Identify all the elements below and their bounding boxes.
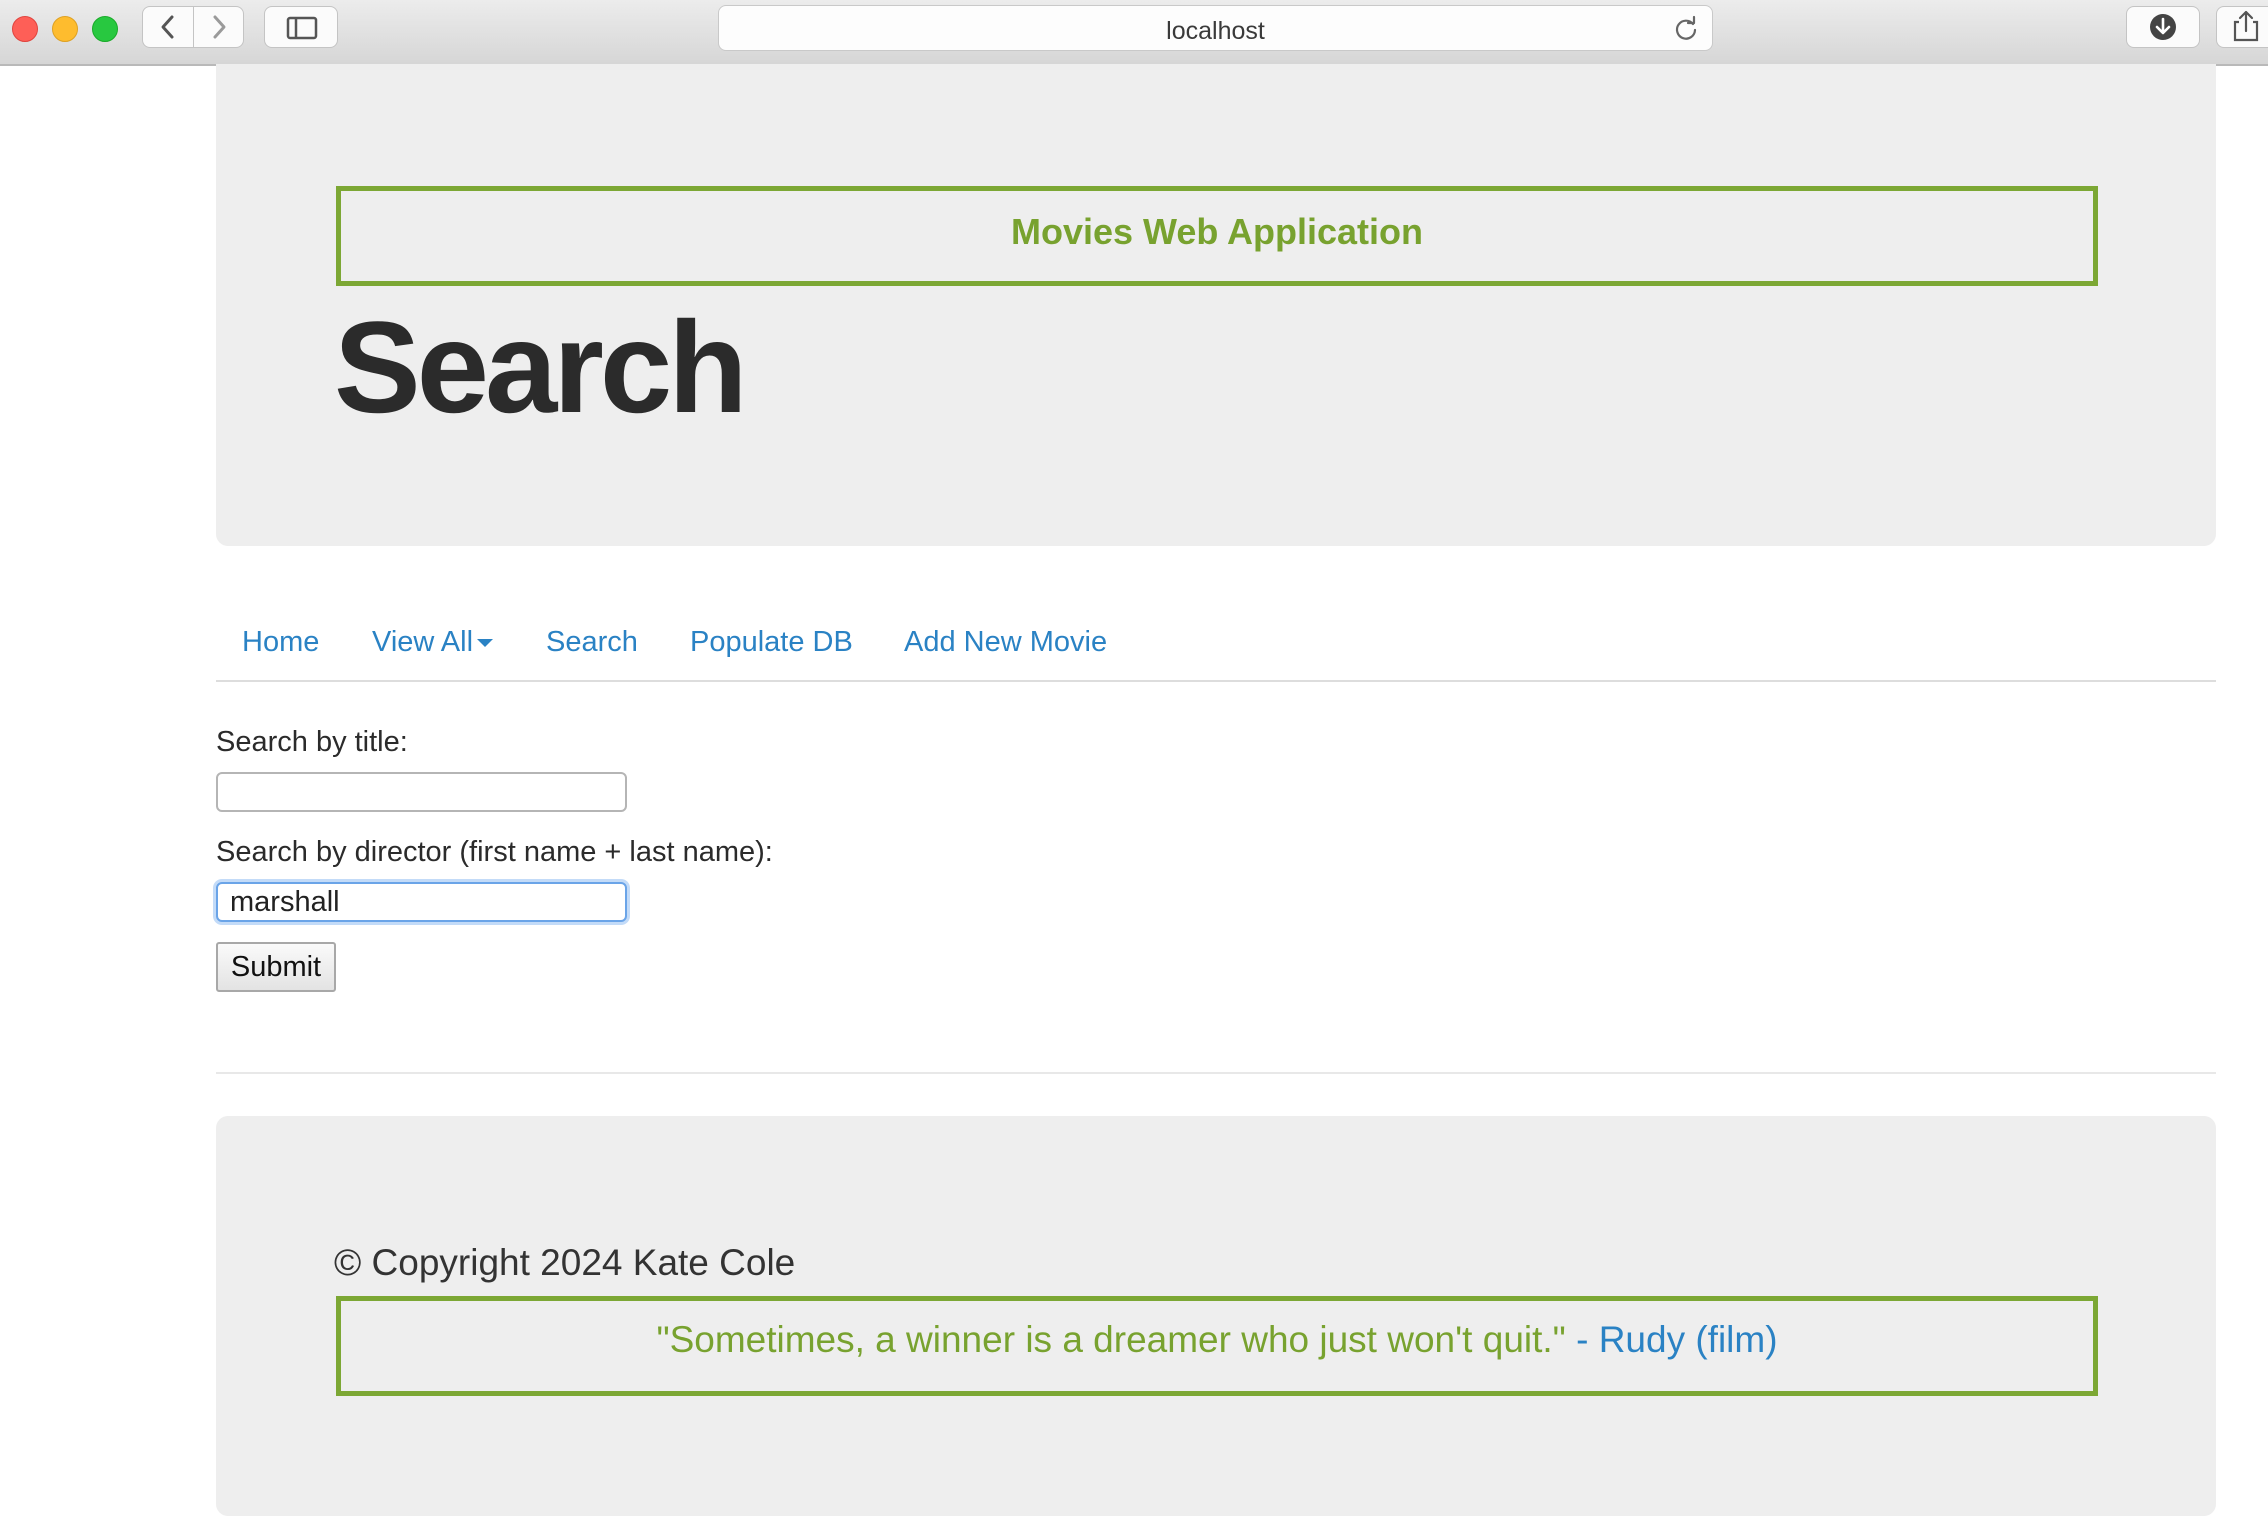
page-header: Movies Web Application Search xyxy=(216,64,2216,546)
nav-view-all-label: View All xyxy=(372,626,474,658)
submit-button[interactable]: Submit xyxy=(216,942,336,992)
director-search-label: Search by director (first name + last na… xyxy=(216,836,773,868)
caret-down-icon xyxy=(477,639,494,648)
nav-view-all-dropdown[interactable]: View All xyxy=(372,626,494,659)
page-title: Search xyxy=(334,294,748,440)
director-search-input[interactable] xyxy=(216,882,627,922)
zoom-window-button[interactable] xyxy=(92,16,118,42)
share-button[interactable] xyxy=(2216,6,2268,48)
download-icon xyxy=(2150,14,2176,40)
sidebar-toggle-button[interactable] xyxy=(264,6,338,48)
forward-button[interactable] xyxy=(194,7,244,47)
quote-text: "Sometimes, a winner is a dreamer who ju… xyxy=(656,1319,1566,1360)
nav-populate-db-link[interactable]: Populate DB xyxy=(690,626,853,659)
copyright-text: © Copyright 2024 Kate Cole xyxy=(334,1242,796,1283)
sidebar-icon xyxy=(286,16,318,40)
main-nav: Home View All Search Populate DB Add New… xyxy=(216,610,2216,682)
quote-source-link[interactable]: Rudy (film) xyxy=(1599,1319,1778,1360)
nav-add-new-movie-link[interactable]: Add New Movie xyxy=(904,626,1107,659)
quote-box: "Sometimes, a winner is a dreamer who ju… xyxy=(336,1296,2098,1396)
address-text: localhost xyxy=(1166,17,1265,45)
quote-separator: - xyxy=(1565,1319,1599,1360)
content-divider xyxy=(216,1072,2216,1074)
address-bar[interactable]: localhost xyxy=(718,5,1713,51)
browser-toolbar: localhost xyxy=(0,0,2268,66)
share-icon xyxy=(2233,10,2259,42)
app-title-box: Movies Web Application xyxy=(336,186,2098,286)
close-window-button[interactable] xyxy=(12,16,38,42)
nav-home-link[interactable]: Home xyxy=(242,626,319,659)
quote-line: "Sometimes, a winner is a dreamer who ju… xyxy=(341,1319,2093,1361)
chevron-left-icon xyxy=(161,15,174,39)
title-search-input[interactable] xyxy=(216,772,627,812)
title-search-label: Search by title: xyxy=(216,726,408,758)
chevron-right-icon xyxy=(213,15,226,39)
downloads-button[interactable] xyxy=(2126,6,2200,48)
nav-search-link[interactable]: Search xyxy=(546,626,638,659)
app-title: Movies Web Application xyxy=(1010,211,1424,252)
history-nav xyxy=(142,6,244,48)
page-footer: © Copyright 2024 Kate Cole "Sometimes, a… xyxy=(216,1116,2216,1516)
back-button[interactable] xyxy=(143,7,194,47)
minimize-window-button[interactable] xyxy=(52,16,78,42)
reload-icon[interactable] xyxy=(1672,15,1700,43)
